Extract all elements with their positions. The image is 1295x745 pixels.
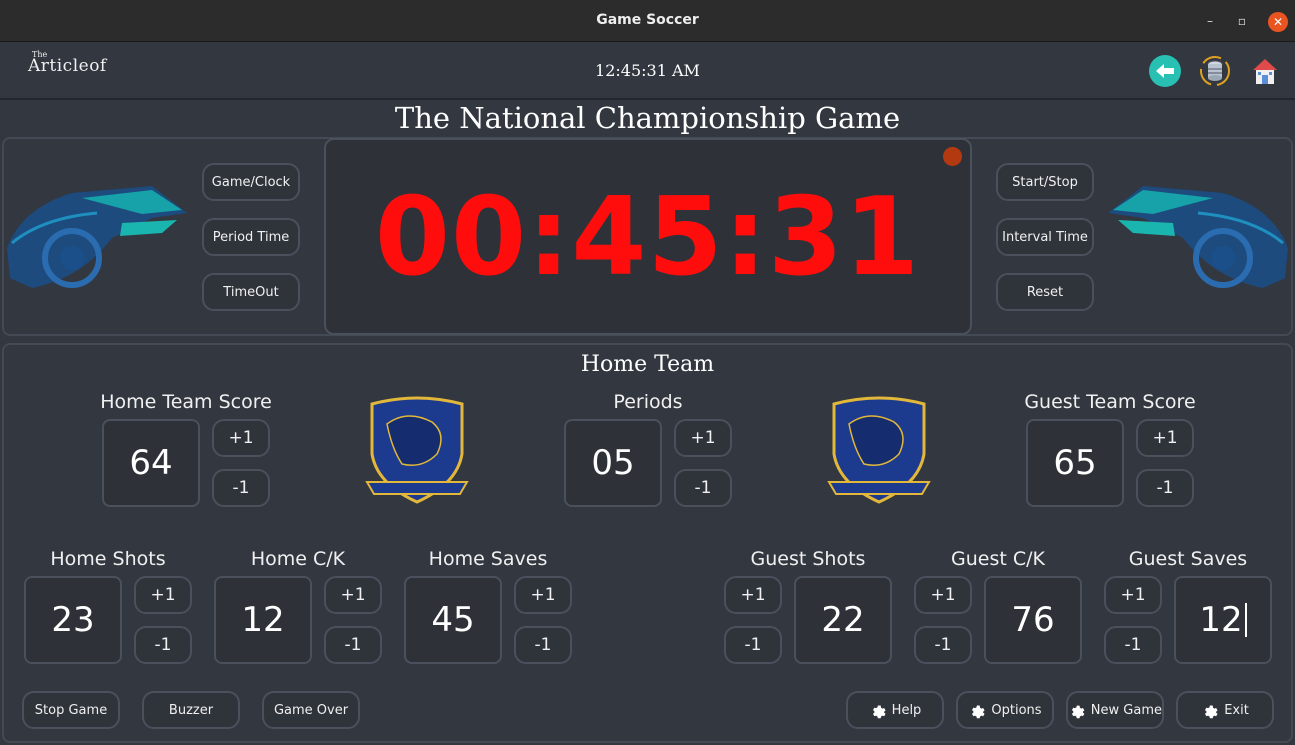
home-ck-value: 12	[214, 576, 312, 664]
home-saves-label: Home Saves	[428, 548, 548, 570]
options-label: Options	[991, 702, 1042, 718]
guest-saves-increment-button[interactable]: +1	[1104, 576, 1162, 614]
exit-button[interactable]: Exit	[1176, 691, 1274, 729]
home-score-decrement-button[interactable]: -1	[212, 469, 270, 507]
guest-saves-label: Guest Saves	[1128, 548, 1248, 570]
help-label: Help	[891, 702, 922, 718]
guest-ck-label: Guest C/K	[951, 548, 1045, 570]
guest-team-crest-icon	[827, 396, 931, 504]
home-shots-label: Home Shots	[50, 548, 166, 570]
guest-ck-value: 76	[984, 576, 1082, 664]
buzzer-button[interactable]: Buzzer	[142, 691, 240, 729]
logo-text: Articleof	[28, 56, 107, 76]
text-caret	[1244, 603, 1247, 637]
home-score-label: Home Team Score	[100, 391, 272, 413]
periods-decrement-button[interactable]: -1	[674, 469, 732, 507]
guest-shots-label: Guest Shots	[750, 548, 866, 570]
gear-icon	[872, 705, 886, 718]
home-ck-label: Home C/K	[250, 548, 346, 570]
guest-score-increment-button[interactable]: +1	[1136, 419, 1194, 457]
guest-ck-decrement-button[interactable]: -1	[914, 626, 972, 664]
database-sync-icon[interactable]	[1199, 55, 1231, 87]
guest-shots-increment-button[interactable]: +1	[724, 576, 782, 614]
periods-increment-button[interactable]: +1	[674, 419, 732, 457]
game-over-button[interactable]: Game Over	[262, 691, 360, 729]
guest-saves-input[interactable]: 12	[1174, 576, 1272, 664]
home-team-crest-icon	[365, 396, 469, 504]
home-ck-decrement-button[interactable]: -1	[324, 626, 382, 664]
home-icon[interactable]	[1249, 55, 1281, 87]
periods-value: 05	[564, 419, 662, 507]
gear-icon	[972, 705, 985, 718]
guest-shots-decrement-button[interactable]: -1	[724, 626, 782, 664]
new-game-label: New Game	[1090, 702, 1162, 718]
home-saves-decrement-button[interactable]: -1	[514, 626, 572, 664]
guest-ck-increment-button[interactable]: +1	[914, 576, 972, 614]
header-divider	[0, 98, 1295, 100]
home-ck-increment-button[interactable]: +1	[324, 576, 382, 614]
window-titlebar: Game Soccer – ▫ ✕	[0, 0, 1295, 42]
window-title: Game Soccer	[596, 12, 699, 28]
periods-label: Periods	[613, 391, 683, 413]
help-button[interactable]: Help	[846, 691, 944, 729]
guest-shots-value: 22	[794, 576, 892, 664]
home-score-increment-button[interactable]: +1	[212, 419, 270, 457]
minimize-icon[interactable]: –	[1201, 12, 1219, 30]
guest-saves-decrement-button[interactable]: -1	[1104, 626, 1162, 664]
back-arrow-icon[interactable]	[1149, 55, 1181, 87]
start-stop-button[interactable]: Start/Stop	[996, 163, 1094, 201]
new-game-button[interactable]: New Game	[1066, 691, 1164, 729]
home-shots-value: 23	[24, 576, 122, 664]
home-saves-value: 45	[404, 576, 502, 664]
guest-score-value: 65	[1026, 419, 1124, 507]
close-icon[interactable]: ✕	[1268, 12, 1288, 32]
gear-icon	[1071, 705, 1085, 718]
home-shots-increment-button[interactable]: +1	[134, 576, 192, 614]
stop-game-button[interactable]: Stop Game	[22, 691, 120, 729]
game-title: The National Championship Game	[394, 101, 901, 135]
game-clock-time: 00:45:31	[374, 175, 921, 300]
clock-status-indicator	[943, 147, 962, 166]
home-score-value: 64	[102, 419, 200, 507]
exit-label: Exit	[1224, 702, 1249, 718]
home-saves-increment-button[interactable]: +1	[514, 576, 572, 614]
current-time: 12:45:31 AM	[595, 61, 700, 80]
section-title: Home Team	[580, 352, 715, 377]
home-shots-decrement-button[interactable]: -1	[134, 626, 192, 664]
guest-score-decrement-button[interactable]: -1	[1136, 469, 1194, 507]
interval-time-button[interactable]: Interval Time	[996, 218, 1094, 256]
reset-button[interactable]: Reset	[996, 273, 1094, 311]
maximize-icon[interactable]: ▫	[1233, 12, 1251, 30]
options-button[interactable]: Options	[956, 691, 1054, 729]
guest-saves-value: 12	[1199, 600, 1243, 640]
guest-score-label: Guest Team Score	[1024, 391, 1196, 413]
gear-icon	[1205, 705, 1218, 718]
